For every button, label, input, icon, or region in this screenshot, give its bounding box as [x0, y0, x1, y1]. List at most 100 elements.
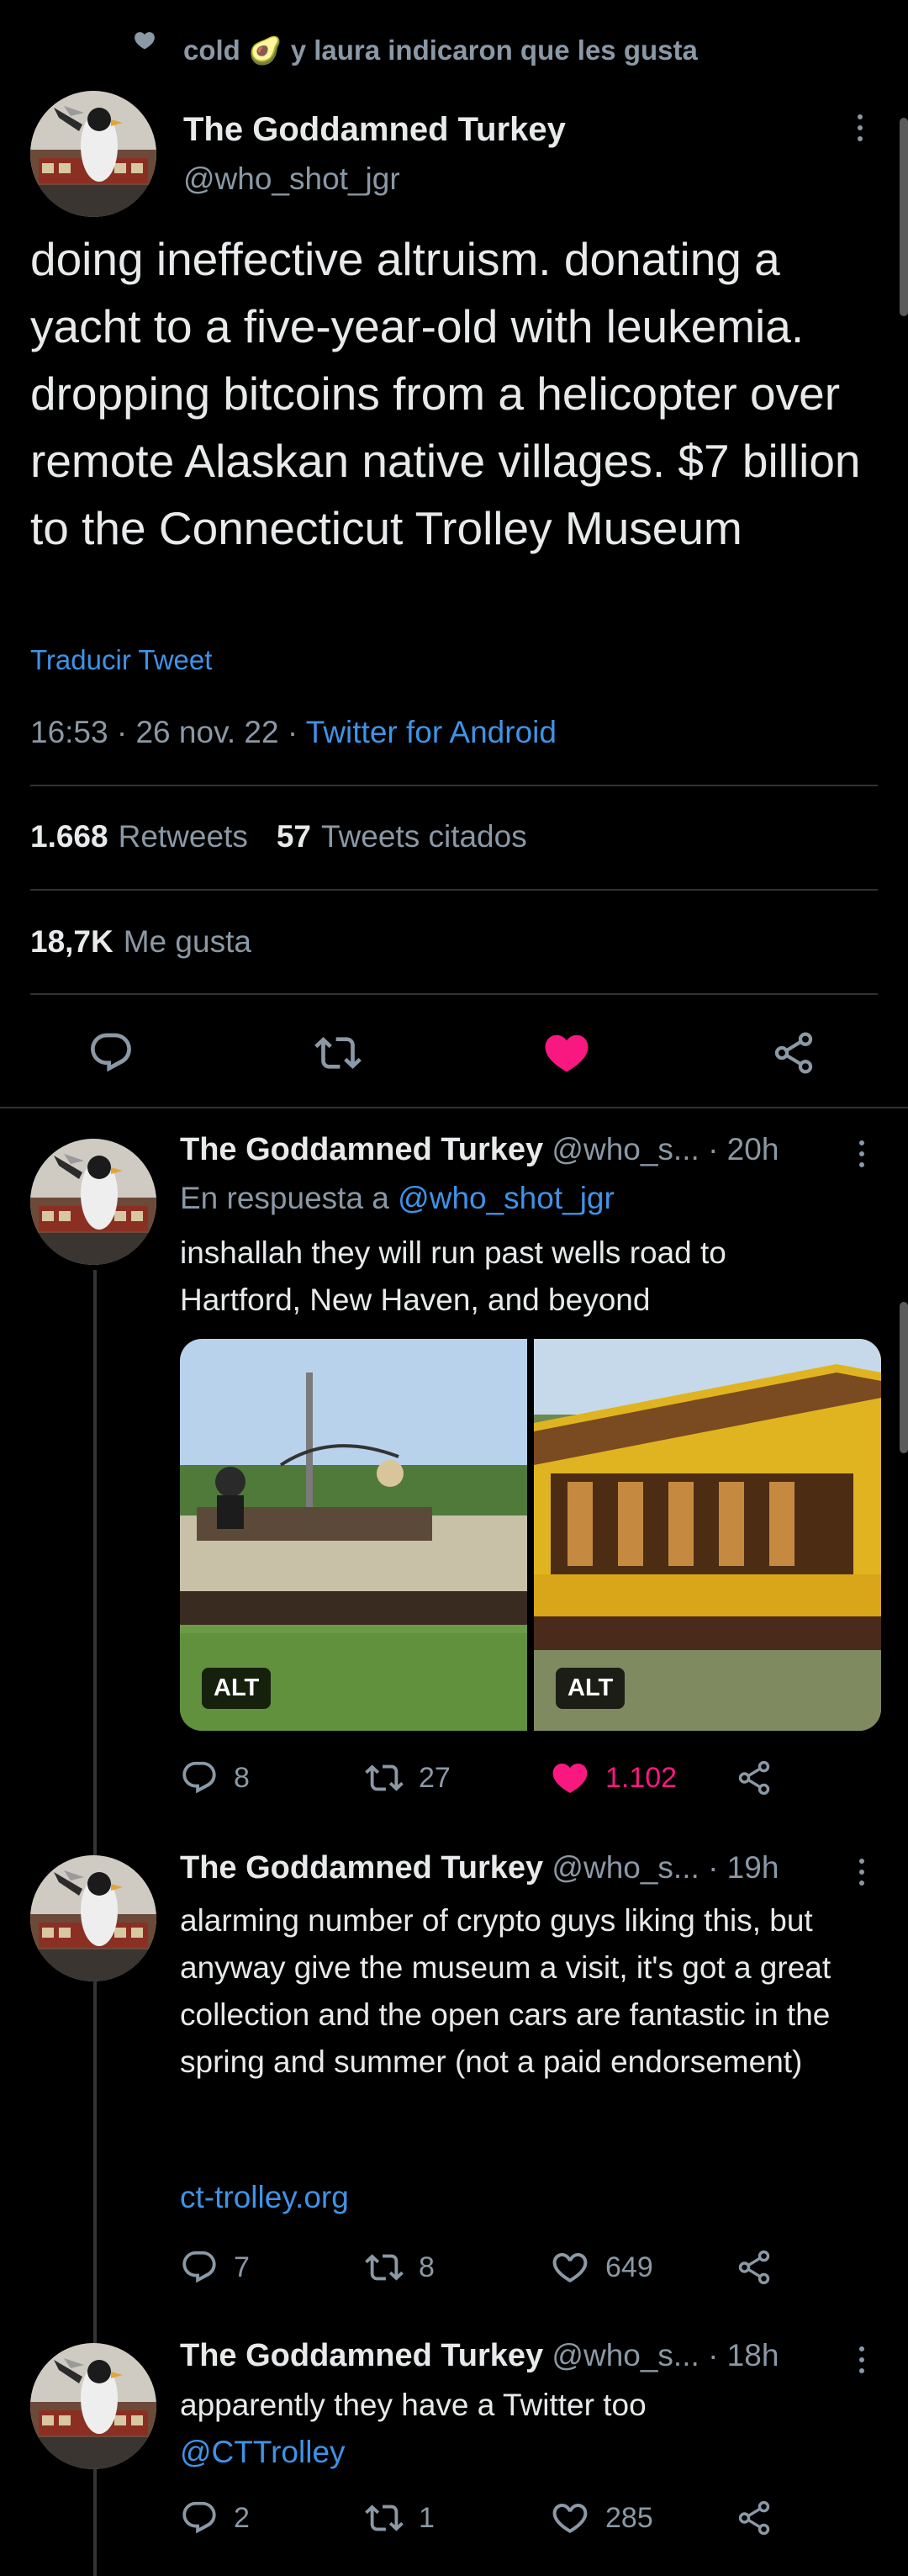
- alt-badge[interactable]: ALT: [202, 1668, 272, 1709]
- likes-count: 18,7K: [30, 924, 114, 959]
- retweet-count: 8: [419, 2251, 435, 2283]
- like-icon: [550, 2498, 590, 2538]
- reply-header: The Goddamned Turkey @who_s... · 20h: [180, 1132, 779, 1168]
- divider: [30, 889, 878, 891]
- heart-icon: [133, 29, 156, 52]
- reply-text: inshallah they will run past wells road …: [180, 1235, 726, 1317]
- share-button[interactable]: [735, 2248, 785, 2287]
- author-handle[interactable]: @who_s...: [552, 2338, 699, 2372]
- retweets-count: 1.668: [30, 819, 108, 854]
- more-options-icon[interactable]: [854, 114, 866, 141]
- share-icon: [735, 2499, 773, 2537]
- in-reply-to: En respuesta a @who_shot_jgr: [180, 1181, 615, 1216]
- media-grid: ALT ALT: [180, 1339, 881, 1731]
- like-button[interactable]: 1.102: [550, 1758, 735, 1798]
- retweet-button[interactable]: 1: [365, 2499, 550, 2537]
- like-count: 1.102: [605, 1761, 678, 1794]
- tweet-meta: 16:53 · 26 nov. 22 · Twitter for Android: [30, 715, 557, 750]
- share-icon: [735, 1759, 773, 1797]
- like-icon: [550, 1758, 590, 1798]
- link-ct-trolley[interactable]: ct-trolley.org: [180, 2180, 349, 2215]
- like-count: 649: [605, 2251, 653, 2283]
- retweet-icon: [365, 1759, 404, 1797]
- like-button[interactable]: 649: [550, 2247, 735, 2288]
- tweet-source[interactable]: Twitter for Android: [306, 715, 557, 749]
- reply-icon: [180, 2499, 219, 2537]
- scrollbar[interactable]: [900, 1302, 908, 1453]
- share-button[interactable]: [735, 2499, 785, 2537]
- quotes-label: Tweets citados: [320, 819, 527, 854]
- liked-by-banner[interactable]: cold 🥑 y laura indicaron que les gusta: [183, 32, 698, 69]
- retweets-label: Retweets: [118, 819, 248, 854]
- retweet-icon[interactable]: [314, 1029, 362, 1076]
- like-icon: [550, 2247, 590, 2288]
- likes-stats[interactable]: 18,7K Me gusta: [30, 924, 251, 960]
- avatar[interactable]: [30, 91, 156, 217]
- in-reply-prefix: En respuesta a: [180, 1181, 389, 1215]
- author-name[interactable]: The Goddamned Turkey: [180, 1850, 543, 1886]
- reply-button[interactable]: 2: [180, 2499, 365, 2537]
- author-name[interactable]: The Goddamned Turkey: [183, 111, 566, 149]
- author-handle[interactable]: @who_s...: [552, 1850, 699, 1885]
- retweets-stat[interactable]: 1.668 Retweets: [30, 819, 248, 854]
- retweet-icon: [365, 2248, 404, 2287]
- divider: [30, 993, 878, 995]
- more-options-icon[interactable]: [856, 2346, 868, 2373]
- retweet-button[interactable]: 8: [365, 2248, 550, 2287]
- author-name[interactable]: The Goddamned Turkey: [180, 2338, 543, 2373]
- reply-icon: [180, 1759, 219, 1797]
- reply-icon[interactable]: [87, 1029, 135, 1076]
- tweet-time: 16:53: [30, 715, 108, 749]
- liked-by-text: y laura indicaron que les gusta: [290, 34, 698, 66]
- share-button[interactable]: [735, 1759, 785, 1797]
- reply-count: 7: [234, 2251, 250, 2283]
- author-name[interactable]: The Goddamned Turkey: [180, 1132, 543, 1167]
- quotes-stat[interactable]: 57 Tweets citados: [277, 819, 527, 854]
- scrollbar[interactable]: [900, 118, 908, 316]
- reply-text: apparently they have a Twitter too: [180, 2388, 647, 2422]
- avatar[interactable]: [30, 1855, 156, 1981]
- tweet-date: 26 nov. 22: [135, 715, 279, 749]
- trolley-photo-open-car[interactable]: ALT: [180, 1339, 527, 1731]
- tweet-text: doing ineffective altruism. donating a y…: [30, 233, 861, 554]
- reply-actions: 8 27 1.102: [180, 1758, 785, 1798]
- retweet-stats: 1.668 Retweets 57 Tweets citados: [30, 819, 527, 854]
- reply-header: The Goddamned Turkey @who_s... · 18h: [180, 2338, 779, 2374]
- translate-link[interactable]: Traducir Tweet: [30, 644, 212, 676]
- alt-badge[interactable]: ALT: [556, 1668, 626, 1709]
- tweet-age: · 18h: [708, 2338, 779, 2372]
- retweet-count: 27: [419, 1761, 451, 1794]
- reply-icon: [180, 2248, 219, 2287]
- reply-button[interactable]: 7: [180, 2248, 365, 2287]
- reply-text: alarming number of crypto guys liking th…: [180, 1903, 831, 2079]
- retweet-icon: [365, 2499, 404, 2537]
- separator: ·: [287, 715, 306, 749]
- reply-actions: 2 1 285: [180, 2498, 785, 2538]
- liked-by-name: cold: [183, 34, 240, 66]
- author-handle[interactable]: @who_s...: [552, 1132, 699, 1166]
- reply-header: The Goddamned Turkey @who_s... · 19h: [180, 1850, 779, 1886]
- share-icon: [735, 2248, 773, 2287]
- like-icon[interactable]: [541, 1028, 592, 1078]
- separator: ·: [116, 715, 136, 749]
- trolley-photo-yellow-car[interactable]: ALT: [534, 1339, 881, 1731]
- avatar[interactable]: [30, 2343, 156, 2469]
- more-options-icon[interactable]: [856, 1140, 868, 1167]
- reply-button[interactable]: 8: [180, 1759, 365, 1797]
- author-handle[interactable]: @who_shot_jgr: [183, 161, 400, 197]
- more-options-icon[interactable]: [856, 1859, 868, 1886]
- mention-ct-trolley[interactable]: @CTTrolley: [180, 2429, 346, 2476]
- divider: [30, 785, 878, 786]
- reply-count: 8: [234, 1761, 250, 1794]
- tweet-age: · 19h: [708, 1850, 779, 1885]
- like-count: 285: [605, 2501, 653, 2534]
- avatar[interactable]: [30, 1139, 156, 1265]
- tweet-age: · 20h: [708, 1132, 779, 1166]
- in-reply-handle[interactable]: @who_shot_jgr: [398, 1181, 615, 1215]
- retweet-button[interactable]: 27: [365, 1759, 550, 1797]
- reply-count: 2: [234, 2501, 250, 2534]
- share-icon[interactable]: [770, 1029, 817, 1076]
- quotes-count: 57: [276, 819, 311, 854]
- reply-actions: 7 8 649: [180, 2247, 785, 2288]
- like-button[interactable]: 285: [550, 2498, 735, 2538]
